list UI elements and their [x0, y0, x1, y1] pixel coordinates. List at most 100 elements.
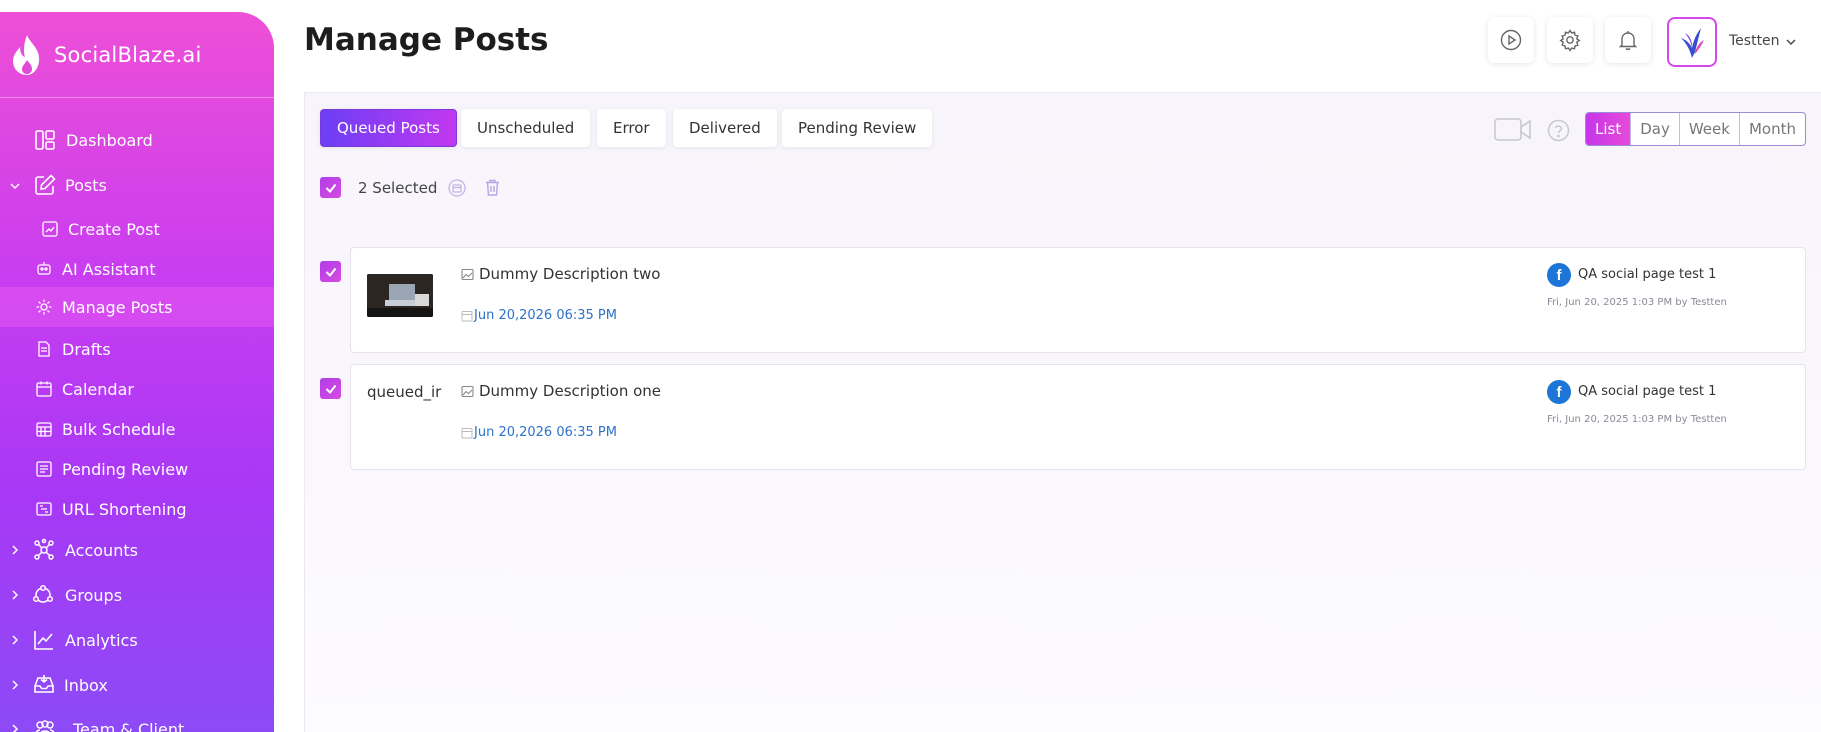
help-icon[interactable]: [1547, 119, 1570, 142]
dashboard-icon: [35, 130, 55, 150]
chart-icon: [34, 631, 53, 650]
tab-unscheduled[interactable]: Unscheduled: [461, 109, 591, 147]
post-description: Dummy Description two: [479, 265, 661, 283]
laptop-photo: [367, 274, 433, 317]
tab-delivered[interactable]: Delivered: [673, 109, 777, 147]
reschedule-icon[interactable]: [447, 178, 467, 198]
sidebar-item-label: Manage Posts: [62, 297, 173, 317]
post-scheduled-date: Jun 20,2026 06:35 PM: [474, 425, 617, 440]
sidebar-item-calendar[interactable]: Calendar: [0, 369, 274, 409]
sidebar-item-label: Drafts: [62, 339, 111, 359]
chevron-right-icon: [12, 680, 19, 690]
view-week-button[interactable]: Week: [1678, 113, 1739, 145]
sidebar-item-analytics[interactable]: Analytics: [0, 620, 274, 660]
sidebar-item-label: Create Post: [68, 219, 160, 239]
view-day-button[interactable]: Day: [1630, 113, 1679, 145]
sidebar-item-create-post[interactable]: Create Post: [0, 209, 274, 249]
sidebar-item-team-client[interactable]: Team & Client: [0, 709, 274, 732]
gear-icon: [36, 299, 52, 315]
sidebar-item-label: AI Assistant: [62, 259, 156, 279]
post-checkbox[interactable]: [320, 261, 341, 282]
robot-icon: [37, 262, 51, 275]
calendar-icon: [36, 381, 52, 397]
image-icon: [461, 385, 474, 398]
check-icon: [325, 384, 336, 394]
post-card[interactable]: Dummy Description two Jun 20,2026 06:35 …: [350, 247, 1806, 353]
social-page-name: QA social page test 1: [1578, 384, 1717, 399]
play-circle-icon: [1500, 29, 1522, 51]
sidebar-item-label: Groups: [65, 585, 123, 605]
sidebar-item-label: Analytics: [65, 630, 138, 650]
post-thumbnail[interactable]: [367, 274, 433, 317]
sidebar-item-pending-review[interactable]: Pending Review: [0, 449, 274, 489]
social-page-name: QA social page test 1: [1578, 267, 1717, 282]
sidebar-item-label: Dashboard: [66, 130, 153, 150]
sidebar-item-inbox[interactable]: Inbox: [0, 665, 274, 705]
post-scheduled-date: Jun 20,2026 06:35 PM: [474, 308, 617, 323]
tab-queued-posts[interactable]: Queued Posts: [320, 109, 457, 147]
notifications-button[interactable]: [1605, 17, 1651, 63]
tab-pending-review[interactable]: Pending Review: [782, 109, 933, 147]
selected-count: 2 Selected: [358, 179, 438, 197]
avatar[interactable]: [1667, 17, 1717, 67]
calendar-icon: [461, 311, 473, 322]
image-icon: [461, 268, 474, 281]
sidebar-item-label: Inbox: [64, 675, 108, 695]
sidebar-item-label: Calendar: [62, 379, 134, 399]
settings-button[interactable]: [1547, 17, 1593, 63]
bell-icon: [1618, 31, 1638, 50]
calendar-icon: [461, 428, 473, 439]
chevron-right-icon: [12, 724, 19, 732]
sidebar-item-label: Team & Client: [73, 719, 185, 732]
check-icon: [325, 267, 336, 277]
chevron-down-icon: [10, 183, 20, 190]
app: SocialBlaze.ai Dashboard Posts Create Po…: [0, 0, 1821, 732]
post-thumbnail-alt: queued_ir: [367, 383, 442, 401]
facebook-icon: f: [1547, 380, 1571, 404]
sidebar-item-drafts[interactable]: Drafts: [0, 329, 274, 369]
sidebar-item-ai-assistant[interactable]: AI Assistant: [0, 249, 274, 289]
post-description: Dummy Description one: [479, 382, 662, 400]
inbox-icon: [34, 675, 54, 693]
tab-error[interactable]: Error: [597, 109, 666, 147]
brand[interactable]: SocialBlaze.ai: [0, 12, 274, 98]
user-name[interactable]: Testten: [1729, 33, 1780, 49]
drafts-icon: [38, 341, 50, 357]
bird-logo-icon: [1681, 28, 1704, 58]
chevron-right-icon: [12, 590, 19, 600]
sidebar-item-bulk-schedule[interactable]: Bulk Schedule: [0, 409, 274, 449]
flame-logo-icon: [13, 34, 40, 75]
video-camera-icon[interactable]: [1494, 118, 1531, 141]
post-checkbox[interactable]: [320, 378, 341, 399]
sidebar-item-label: Bulk Schedule: [62, 419, 176, 439]
sidebar-item-dashboard[interactable]: Dashboard: [0, 120, 274, 160]
sidebar-item-label: URL Shortening: [62, 499, 187, 519]
view-list-button[interactable]: List: [1586, 113, 1631, 145]
trash-icon[interactable]: [484, 178, 501, 197]
sidebar-item-manage-posts[interactable]: Manage Posts: [0, 287, 274, 327]
post-meta: Fri, Jun 20, 2025 1:03 PM by Testten: [1547, 297, 1727, 308]
select-all-checkbox[interactable]: [320, 177, 341, 198]
post-meta: Fri, Jun 20, 2025 1:03 PM by Testten: [1547, 414, 1727, 425]
view-month-button[interactable]: Month: [1738, 113, 1805, 145]
edit-icon: [35, 174, 56, 195]
facebook-icon: f: [1547, 263, 1571, 287]
sidebar-item-label: Accounts: [65, 540, 138, 560]
sidebar-item-label: Posts: [65, 175, 107, 195]
chevron-down-icon[interactable]: [1786, 38, 1796, 46]
sidebar-item-groups[interactable]: Groups: [0, 575, 274, 615]
video-tutorial-button[interactable]: [1488, 17, 1534, 63]
sidebar-item-label: Pending Review: [62, 459, 189, 479]
check-icon: [325, 183, 336, 193]
create-post-icon: [42, 221, 58, 237]
sidebar-item-posts[interactable]: Posts: [0, 165, 274, 205]
view-mode-toggle: List Day Week Month: [1585, 112, 1806, 146]
page-title: Manage Posts: [304, 22, 549, 58]
sidebar-item-accounts[interactable]: Accounts: [0, 530, 274, 570]
link-icon: [36, 502, 52, 516]
gear-icon: [1559, 29, 1581, 52]
chevron-right-icon: [12, 635, 19, 645]
sidebar-item-url-shortening[interactable]: URL Shortening: [0, 489, 274, 529]
sidebar: SocialBlaze.ai Dashboard Posts Create Po…: [0, 12, 274, 732]
post-card[interactable]: queued_ir Dummy Description one Jun 20,2…: [350, 364, 1806, 470]
